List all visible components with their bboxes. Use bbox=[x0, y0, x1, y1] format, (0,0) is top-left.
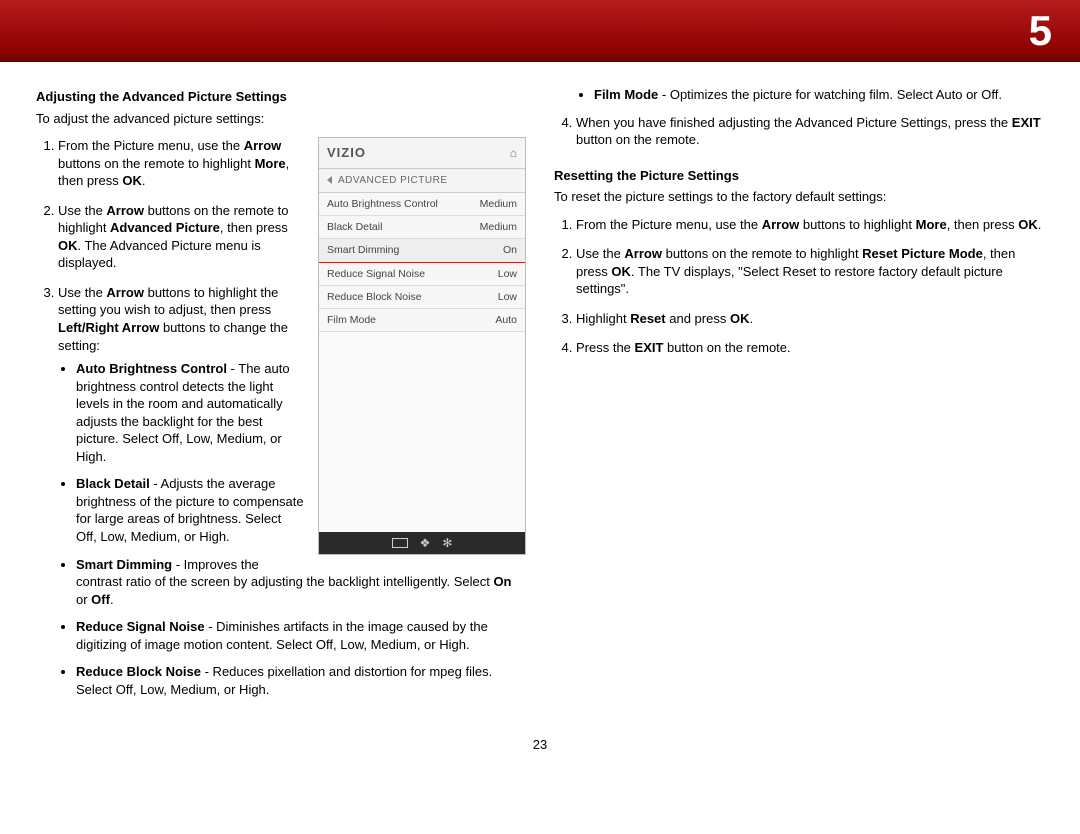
osd-row: Film Mode Auto bbox=[319, 309, 525, 332]
chapter-banner: 5 bbox=[0, 0, 1080, 62]
step-4: When you have finished adjusting the Adv… bbox=[576, 114, 1044, 149]
osd-footer: ❖ ✻ bbox=[319, 532, 525, 554]
reset-step-1: From the Picture menu, use the Arrow but… bbox=[576, 216, 1044, 234]
osd-row: Auto Brightness Control Medium bbox=[319, 193, 525, 216]
bullet-reduce-signal-noise: Reduce Signal Noise - Diminishes artifac… bbox=[76, 618, 526, 653]
page-number: 23 bbox=[0, 736, 1080, 764]
intro-reset: To reset the picture settings to the fac… bbox=[554, 188, 1044, 206]
heading-resetting: Resetting the Picture Settings bbox=[554, 167, 1044, 185]
osd-header: VIZIO ⌂ bbox=[319, 138, 525, 169]
osd-row: Reduce Block Noise Low bbox=[319, 286, 525, 309]
reset-step-4: Press the EXIT button on the remote. bbox=[576, 339, 1044, 357]
osd-brand: VIZIO bbox=[327, 144, 366, 162]
intro-text: To adjust the advanced picture settings: bbox=[36, 110, 526, 128]
bullet-smart-dimming: Smart Dimming - Improves the contrast ra… bbox=[76, 556, 526, 609]
osd-row-value: Medium bbox=[480, 197, 517, 211]
osd-row-label: Auto Brightness Control bbox=[327, 197, 438, 211]
vizio-logo-icon: ❖ bbox=[420, 535, 431, 551]
bullet-film-mode: Film Mode - Optimizes the picture for wa… bbox=[594, 86, 1044, 104]
home-icon: ⌂ bbox=[510, 145, 517, 161]
left-column: Adjusting the Advanced Picture Settings … bbox=[36, 86, 526, 710]
osd-row-value: Medium bbox=[480, 220, 517, 234]
osd-row-value: Auto bbox=[495, 313, 517, 327]
osd-row-value: Low bbox=[498, 290, 517, 304]
wide-mode-icon bbox=[392, 538, 408, 548]
bullet-reduce-block-noise: Reduce Block Noise - Reduces pixellation… bbox=[76, 663, 526, 698]
settings-bullets-continued: Film Mode - Optimizes the picture for wa… bbox=[554, 86, 1044, 104]
right-column: Film Mode - Optimizes the picture for wa… bbox=[554, 86, 1044, 710]
osd-row-value: On bbox=[503, 243, 517, 257]
heading-adjusting: Adjusting the Advanced Picture Settings bbox=[36, 88, 526, 106]
osd-body-space bbox=[319, 332, 525, 532]
chapter-number: 5 bbox=[1029, 3, 1052, 60]
settings-gear-icon: ✻ bbox=[442, 535, 452, 551]
reset-step-3: Highlight Reset and press OK. bbox=[576, 310, 1044, 328]
reset-steps-list: From the Picture menu, use the Arrow but… bbox=[554, 216, 1044, 357]
osd-row-highlight: Smart Dimming On bbox=[319, 239, 525, 262]
osd-subtitle: ADVANCED PICTURE bbox=[338, 174, 448, 188]
osd-row-label: Film Mode bbox=[327, 313, 376, 327]
osd-subtitle-row: ADVANCED PICTURE bbox=[319, 169, 525, 194]
reset-step-2: Use the Arrow buttons on the remote to h… bbox=[576, 245, 1044, 298]
osd-row: Black Detail Medium bbox=[319, 216, 525, 239]
osd-row-label: Black Detail bbox=[327, 220, 382, 234]
osd-panel: VIZIO ⌂ ADVANCED PICTURE Auto Brightness… bbox=[318, 137, 526, 555]
osd-row-label: Reduce Block Noise bbox=[327, 290, 422, 304]
osd-row: Reduce Signal Noise Low bbox=[319, 263, 525, 286]
osd-row-label: Reduce Signal Noise bbox=[327, 267, 425, 281]
back-arrow-icon bbox=[327, 176, 332, 184]
osd-row-value: Low bbox=[498, 267, 517, 281]
steps-list-continued: When you have finished adjusting the Adv… bbox=[554, 114, 1044, 149]
osd-row-label: Smart Dimming bbox=[327, 243, 399, 257]
